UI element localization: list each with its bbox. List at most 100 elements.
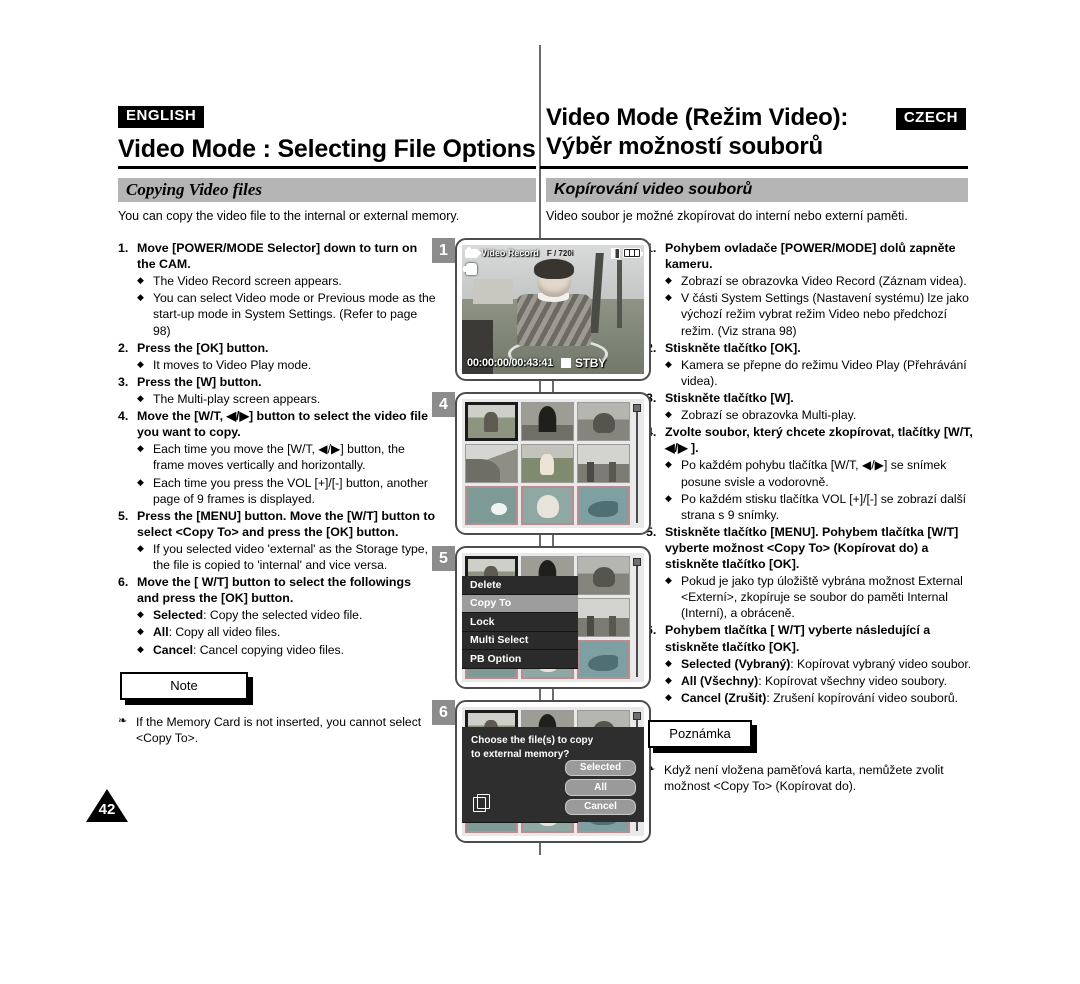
step-title: Move the [W/T, ◀/▶] button to select the… xyxy=(137,409,428,440)
diamond-bullet-icon: ◆ xyxy=(137,609,144,620)
step-title: Pohybem ovladače [POWER/MODE] dolů zapně… xyxy=(665,241,956,272)
multiplay-screen-with-dialog: DeleteCopy ToLockMulti SelectPB Option C… xyxy=(462,707,644,836)
step-bullet: ◆ If you selected video 'external' as the… xyxy=(137,541,436,573)
thumbnail[interactable] xyxy=(577,556,630,595)
scrollbar-track xyxy=(636,404,638,523)
step-body: Stiskněte tlačítko [MENU]. Pohybem tlačí… xyxy=(665,524,976,622)
bullet-text: All (Všechny): Kopírovat všechny video s… xyxy=(681,673,947,688)
step-body: Press the [OK] button. ◆ It moves to Video… xyxy=(137,340,436,373)
lcd-panel-dialog: DeleteCopy ToLockMulti SelectPB Option C… xyxy=(455,700,651,843)
menu-item-multi-select[interactable]: Multi Select xyxy=(462,632,579,650)
diamond-bullet-icon: ◆ xyxy=(137,626,144,637)
menu-item-delete[interactable]: Delete xyxy=(462,576,579,595)
section-title-english: Copying Video files xyxy=(126,180,262,199)
scrollbar-thumb[interactable] xyxy=(633,558,641,566)
bullet-text: V části System Settings (Nastavení systé… xyxy=(681,291,969,338)
bullet-text: Pokud je jako typ úložiště vybrána možno… xyxy=(681,574,963,621)
step-title: Stiskněte tlačítko [MENU]. Pohybem tlačí… xyxy=(665,524,959,572)
scrollbar[interactable] xyxy=(633,558,641,677)
instruction-step: 6. Move the [ W/T] button to select the f… xyxy=(118,574,436,658)
step-title: Zvolte soubor, který chcete zkopírovat, … xyxy=(665,425,973,456)
thumbnail[interactable] xyxy=(577,598,630,637)
note-text: If the Memory Card is not inserted, you … xyxy=(136,714,422,746)
thumbnail[interactable] xyxy=(577,486,630,525)
diamond-bullet-icon: ◆ xyxy=(137,358,144,369)
section-intro-english: You can copy the video file to the inter… xyxy=(118,209,460,223)
note-box: Note xyxy=(120,671,253,705)
menu-item-lock[interactable]: Lock xyxy=(462,613,579,632)
scene-tree-2 xyxy=(616,260,622,328)
quality-badge: F / 720i xyxy=(543,248,577,258)
step-badge-1: 1 xyxy=(432,238,455,263)
thumbnail[interactable] xyxy=(577,640,630,679)
step-body: Move the [W/T, ◀/▶] button to select the… xyxy=(137,408,436,507)
menu-item-pb-option[interactable]: PB Option xyxy=(462,650,579,669)
note-box: Poznámka xyxy=(648,719,757,754)
step-bullet-list: ◆ If you selected video 'external' as the… xyxy=(137,541,436,573)
section-intro-czech: Video soubor je možné zkopírovat do inte… xyxy=(546,209,908,223)
step-number: 2. xyxy=(118,340,129,355)
instruction-step: 4. Move the [W/T, ◀/▶] button to select t… xyxy=(118,408,436,507)
instruction-step: 5. Stiskněte tlačítko [MENU]. Pohybem tla… xyxy=(646,524,976,622)
page-number: 42 xyxy=(98,801,116,818)
thumbnail[interactable] xyxy=(521,444,574,483)
diamond-bullet-icon: ◆ xyxy=(137,443,144,454)
step-title: Press the [W] button. xyxy=(137,374,262,389)
copy-files-icon xyxy=(473,794,490,812)
instruction-step: 5. Press the [MENU] button. Move the [W/T… xyxy=(118,508,436,573)
battery-icon xyxy=(623,248,643,258)
dialog-message-line1: Choose the file(s) to copy xyxy=(471,735,594,746)
step-bullet-list: ◆ Kamera se přepne do režimu Video Play (… xyxy=(665,357,976,389)
thumbnail[interactable] xyxy=(577,444,630,483)
note-text-row: ❧Když není vložena paměťová karta, nemůž… xyxy=(646,762,976,795)
diamond-bullet-icon: ◆ xyxy=(137,643,144,654)
step-title: Stiskněte tlačítko [OK]. xyxy=(665,340,801,355)
step-bullet: ◆ Selected: Copy the selected video file. xyxy=(137,607,436,623)
bullet-text: Zobrazí se obrazovka Video Record (Zázna… xyxy=(681,274,967,289)
step-bullet-list: ◆ The Video Record screen appears. ◆ You ca… xyxy=(137,273,436,338)
dialog-cancel-button[interactable]: Cancel xyxy=(565,798,636,815)
dialog-selected-button[interactable]: Selected xyxy=(565,759,636,776)
panel-connector-1 xyxy=(552,381,554,392)
thumbnail[interactable] xyxy=(521,486,574,525)
memory-card-icon xyxy=(611,247,620,259)
english-header: ENGLISH Video Mode : Selecting File Opti… xyxy=(118,106,536,164)
bullet-text: Po každém pohybu tlačítka [W/T, ◀/▶] se … xyxy=(681,458,947,489)
instruction-step: 3. Stiskněte tlačítko [W]. ◆ Zobrazí se obr… xyxy=(646,390,976,423)
record-mode-label: Video Record xyxy=(481,248,539,258)
step-bullet-list: ◆ Each time you move the [W/T, ◀/▶] butto… xyxy=(137,441,436,506)
thumbnail[interactable] xyxy=(521,402,574,441)
step-body: Stiskněte tlačítko [OK]. ◆ Kamera se přepn… xyxy=(665,340,976,389)
scrollbar[interactable] xyxy=(633,404,641,523)
header-rule-czech xyxy=(540,166,968,169)
scrollbar-thumb[interactable] xyxy=(633,404,641,412)
dialog-all-button[interactable]: All xyxy=(565,779,636,796)
thumbnail-selected[interactable] xyxy=(465,402,518,441)
step-title: Move [POWER/MODE Selector] down to turn … xyxy=(137,241,418,272)
step-bullet-list: ◆ It moves to Video Play mode. xyxy=(137,357,436,373)
diamond-bullet-icon: ◆ xyxy=(665,292,672,303)
bullet-text: Selected (Vybraný): Kopírovat vybraný vi… xyxy=(681,656,972,671)
diamond-bullet-icon: ◆ xyxy=(137,392,144,403)
step-bullet-list: ◆ Pokud je jako typ úložiště vybrána možn… xyxy=(665,573,976,621)
bullet-text: Selected: Copy the selected video file. xyxy=(153,608,363,623)
step-title: Press the [MENU] button. Move the [W/T] … xyxy=(137,508,436,539)
thumbnail[interactable] xyxy=(465,444,518,483)
osd-top-bar: Video Record F / 720i xyxy=(462,245,644,261)
section-band-english: Copying Video files xyxy=(118,178,536,202)
diamond-bullet-icon: ◆ xyxy=(665,492,672,503)
instruction-step: 4. Zvolte soubor, který chcete zkopírovat… xyxy=(646,424,976,523)
scene-boy-body xyxy=(516,294,592,346)
thumbnail[interactable] xyxy=(465,486,518,525)
english-language-tag: ENGLISH xyxy=(118,106,205,128)
scrollbar-thumb[interactable] xyxy=(633,712,641,720)
diamond-bullet-icon: ◆ xyxy=(665,657,672,668)
diamond-bullet-icon: ◆ xyxy=(665,275,672,286)
step-bullet: ◆ All: Copy all video files. xyxy=(137,624,436,640)
menu-item-copy-to[interactable]: Copy To xyxy=(462,594,579,613)
bullet-text: Po každém stisku tlačítka VOL [+]/[-] se… xyxy=(681,491,967,522)
section-band-czech: Kopírování video souborů xyxy=(546,178,968,202)
thumbnail[interactable] xyxy=(577,402,630,441)
multiplay-screen-with-menu: Delete Copy To Lock Multi Select PB Option xyxy=(462,553,644,682)
bullet-text: If you selected video 'external' as the … xyxy=(153,541,428,573)
